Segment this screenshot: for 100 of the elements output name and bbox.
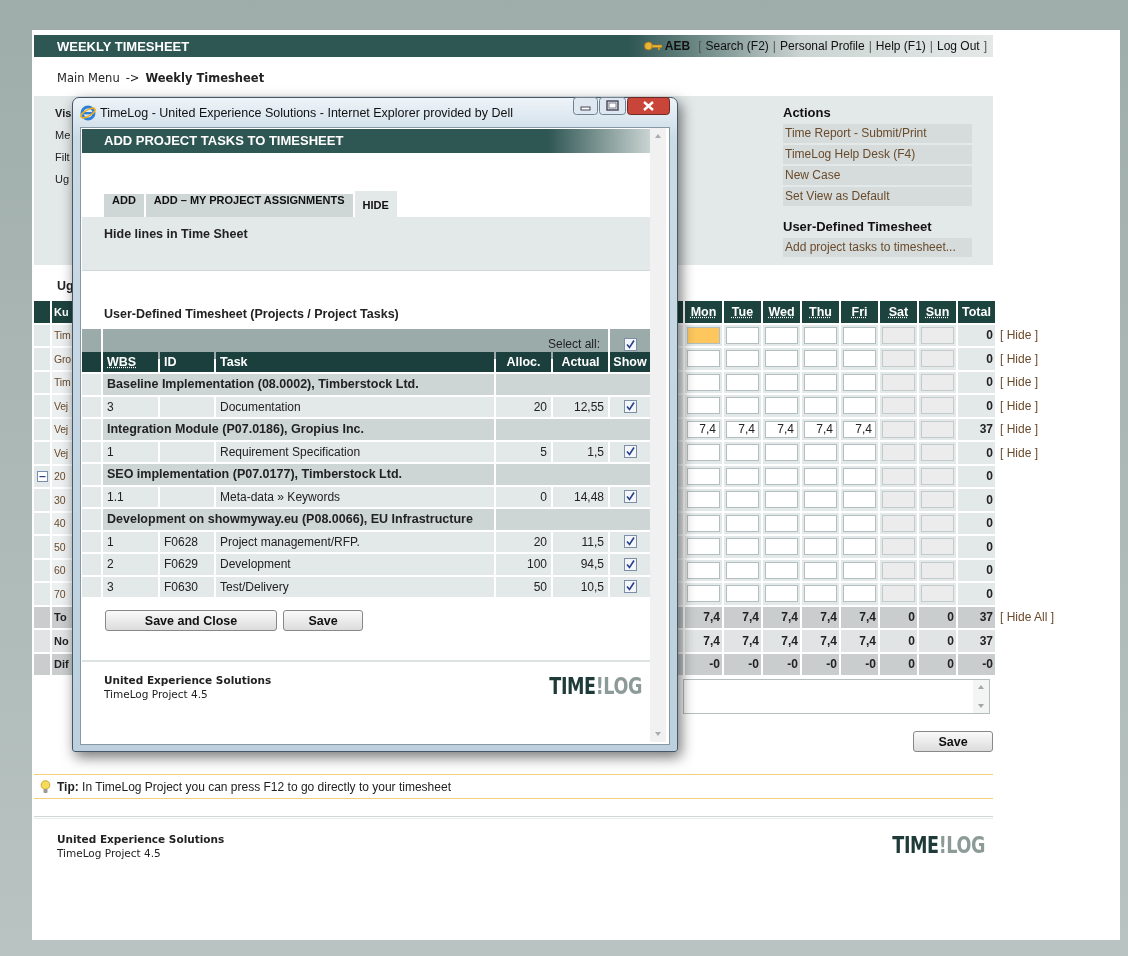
- close-icon[interactable]: [627, 97, 670, 115]
- key-icon: [643, 41, 662, 51]
- breadcrumb-current: Weekly Timesheet: [145, 71, 265, 87]
- company-name: United Experience Solutions: [104, 674, 272, 686]
- action-link[interactable]: Add project tasks to timesheet...: [783, 238, 972, 257]
- table-cell: 0: [919, 606, 956, 628]
- table-cell: 1: [103, 531, 158, 552]
- table-cell: 0: [880, 653, 917, 675]
- action-link[interactable]: New Case: [783, 166, 972, 185]
- column-header[interactable]: Thu: [802, 301, 839, 323]
- hours-field[interactable]: 7,4: [687, 420, 720, 438]
- hours-field[interactable]: 7,4: [726, 420, 759, 438]
- table-cell: [82, 441, 101, 462]
- project-name: Baseline Implementation (08.0002), Timberstock Ltd.: [103, 374, 494, 395]
- table-cell: [82, 531, 101, 552]
- user-initials: AEB: [664, 39, 691, 53]
- nav-link[interactable]: Log Out: [936, 39, 980, 53]
- nav-link[interactable]: Personal Profile: [779, 39, 865, 53]
- checkbox[interactable]: [623, 337, 637, 351]
- breadcrumb-separator: ->: [125, 71, 140, 87]
- nav-link[interactable]: Search (F2): [705, 39, 769, 53]
- table-cell: [82, 464, 101, 485]
- comment-field[interactable]: [683, 679, 990, 714]
- save-button[interactable]: Save: [283, 610, 363, 631]
- table-cell: 7,4: [724, 630, 761, 652]
- checkbox[interactable]: [623, 490, 637, 504]
- table-cell: 3: [103, 576, 158, 597]
- table-cell: 20: [496, 531, 551, 552]
- table-cell: -0: [724, 653, 761, 675]
- checkbox[interactable]: [623, 580, 637, 594]
- table-cell: 0: [958, 348, 995, 370]
- table-cell: 7,4: [763, 630, 800, 652]
- table-cell: 0: [496, 486, 551, 507]
- column-header[interactable]: Fri: [841, 301, 878, 323]
- column-header[interactable]: Sat: [880, 301, 917, 323]
- maximize-icon[interactable]: [599, 97, 626, 115]
- tab[interactable]: ADD – MY PROJECT ASSIGNMENTS: [145, 194, 353, 217]
- nav-link[interactable]: Help (F1): [875, 39, 926, 53]
- table-cell: 0: [958, 583, 995, 605]
- hide-link[interactable]: [ Hide ]: [997, 395, 1055, 417]
- save-and-close-button[interactable]: Save and Close: [105, 610, 277, 631]
- table-cell: -0: [685, 653, 722, 675]
- table-cell: 11,5: [553, 531, 608, 552]
- collapse-icon[interactable]: [36, 470, 48, 482]
- hide-link[interactable]: [ Hide ]: [997, 418, 1055, 440]
- column-header: Show: [610, 351, 650, 372]
- separator: ]: [983, 39, 987, 53]
- column-header[interactable]: Sun: [919, 301, 956, 323]
- column-header[interactable]: Wed: [763, 301, 800, 323]
- action-link[interactable]: Set View as Default: [783, 187, 972, 206]
- save-button[interactable]: Save: [913, 731, 993, 752]
- company-name: United Experience Solutions: [57, 833, 225, 845]
- timelog-logo: TIME!LOG: [549, 674, 642, 698]
- breadcrumb-link[interactable]: Main Menu: [57, 71, 120, 96]
- hide-link[interactable]: [ Hide ]: [997, 371, 1055, 393]
- table-cell: -0: [763, 653, 800, 675]
- table-cell: [82, 396, 101, 417]
- column-header[interactable]: WBS: [103, 351, 158, 372]
- tab[interactable]: ADD: [104, 194, 144, 217]
- table-cell: 0: [919, 653, 956, 675]
- table-cell: F0629: [160, 554, 214, 575]
- table-cell: [34, 324, 50, 346]
- hours-field[interactable]: 7,4: [843, 420, 876, 438]
- hide-link[interactable]: [ Hide All ]: [997, 606, 1055, 628]
- table-cell: [82, 554, 101, 575]
- table-cell: Documentation: [216, 396, 494, 417]
- hours-field[interactable]: 7,4: [804, 420, 837, 438]
- minimize-icon[interactable]: [573, 97, 598, 115]
- hours-field[interactable]: 7,4: [765, 420, 798, 438]
- table-cell: 0: [958, 489, 995, 511]
- checkbox[interactable]: [623, 445, 637, 459]
- column-header[interactable]: Tue: [724, 301, 761, 323]
- hide-link[interactable]: [ Hide ]: [997, 348, 1055, 370]
- column-header[interactable]: Mon: [685, 301, 722, 323]
- action-link[interactable]: Time Report - Submit/Print: [783, 124, 972, 143]
- table-cell: 0: [880, 606, 917, 628]
- table-cell: 37: [958, 418, 995, 440]
- table-cell: [34, 348, 50, 370]
- table-cell: 0: [958, 512, 995, 534]
- table-cell: [160, 396, 214, 417]
- tab[interactable]: HIDE: [354, 191, 397, 217]
- hide-link[interactable]: [ Hide ]: [997, 442, 1055, 464]
- table-cell: 0: [958, 371, 995, 393]
- table-cell: [34, 371, 50, 393]
- table-cell: 94,5: [553, 554, 608, 575]
- table-cell: 37: [958, 606, 995, 628]
- table-cell: 14,48: [553, 486, 608, 507]
- table-cell: -0: [958, 653, 995, 675]
- table-cell: Project management/RFP.: [216, 531, 494, 552]
- table-cell: Meta-data » Keywords: [216, 486, 494, 507]
- page-title: WEEKLY TIMESHEET: [56, 38, 191, 54]
- action-link[interactable]: TimeLog Help Desk (F4): [783, 145, 972, 164]
- hide-link[interactable]: [ Hide ]: [997, 324, 1055, 346]
- table-cell: 7,4: [802, 630, 839, 652]
- checkbox[interactable]: [623, 557, 637, 571]
- checkbox[interactable]: [623, 400, 637, 414]
- checkbox[interactable]: [623, 535, 637, 549]
- table-cell: -0: [802, 653, 839, 675]
- column-header: Alloc.: [496, 351, 551, 372]
- table-cell: [34, 418, 50, 440]
